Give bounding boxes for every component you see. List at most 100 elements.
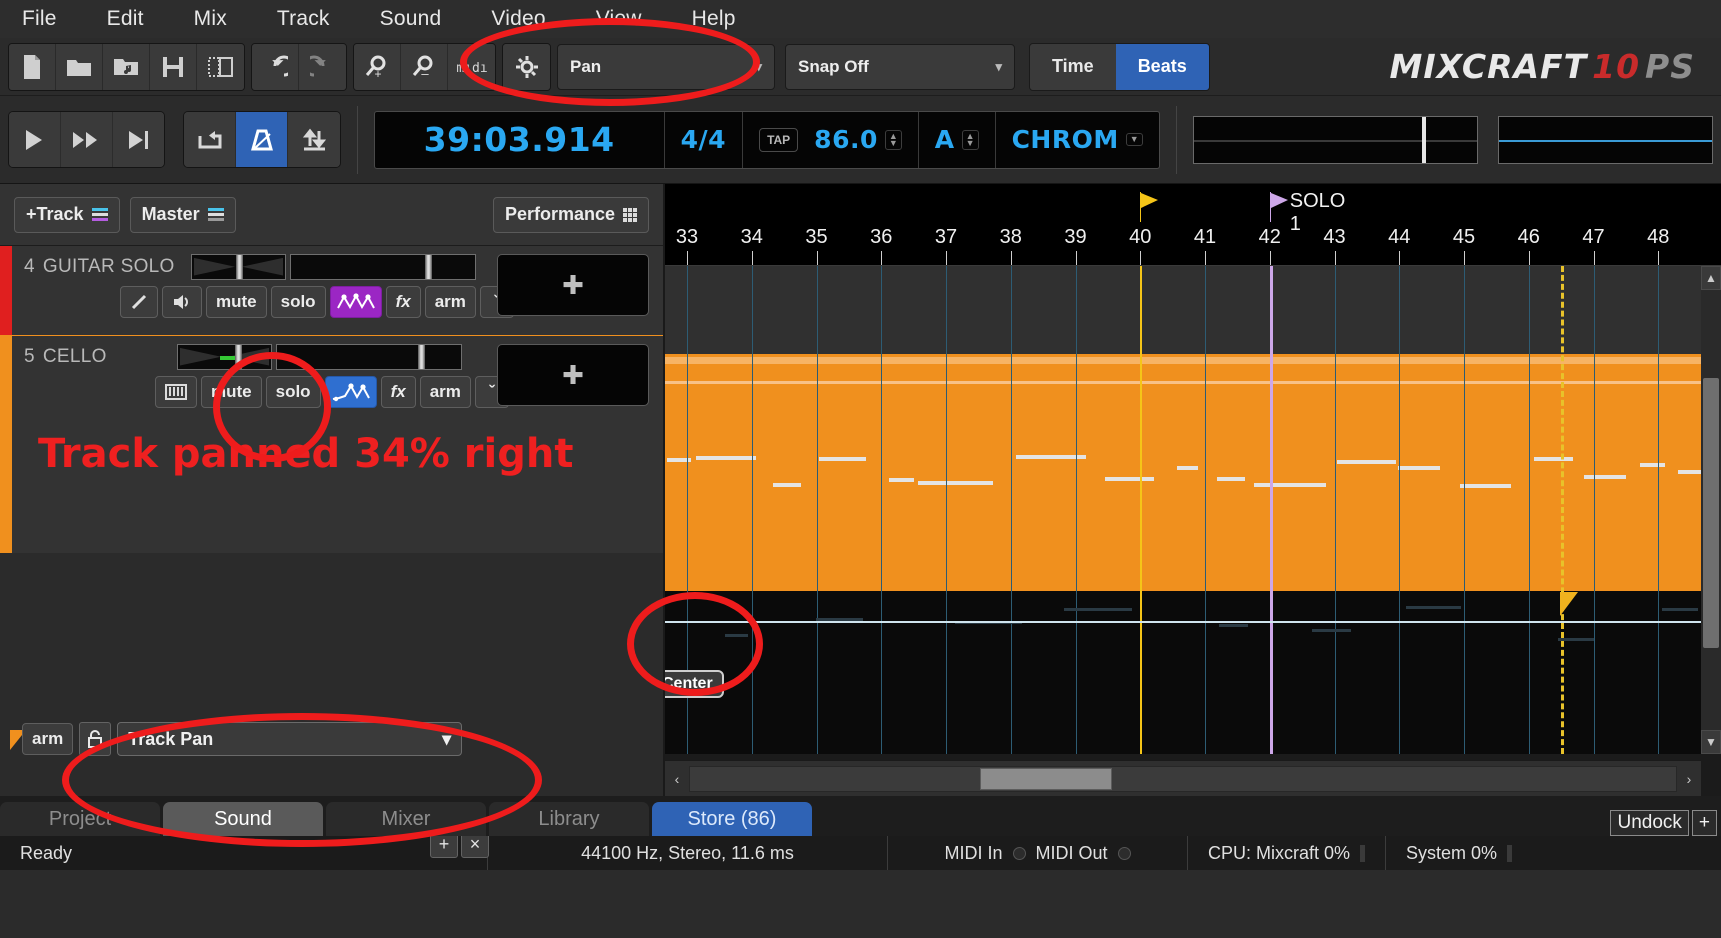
- beats-button[interactable]: Beats: [1115, 43, 1209, 90]
- scroll-down-arrow[interactable]: ▼: [1701, 730, 1721, 754]
- fx-button[interactable]: fx: [385, 286, 421, 318]
- menu-item-file[interactable]: File: [22, 7, 57, 31]
- tab-sound[interactable]: Sound: [163, 802, 323, 836]
- tap-button[interactable]: TAP: [759, 127, 799, 152]
- timeline-ruler[interactable]: 33 34 35 36 37 38 39 40 41 42 43 44 45 46 47 48 SOLO 1: [665, 184, 1721, 266]
- mute-button[interactable]: mute: [201, 376, 262, 408]
- midi-note: [1584, 475, 1626, 479]
- snap-dropdown[interactable]: Snap Off ▾: [785, 43, 1015, 90]
- save-icon[interactable]: [150, 43, 197, 90]
- volume-slider[interactable]: [275, 344, 462, 370]
- undo-icon[interactable]: [252, 43, 299, 90]
- tab-library[interactable]: Library: [489, 802, 649, 836]
- track-row[interactable]: 4 GUITAR SOLO mute solo fx arm ✚: [0, 246, 663, 336]
- master-button[interactable]: Master: [129, 196, 236, 233]
- zoom-in-icon[interactable]: +: [354, 43, 401, 90]
- solo-button[interactable]: solo: [265, 376, 321, 408]
- undock-plus-button[interactable]: +: [1691, 810, 1717, 836]
- volume-thumb[interactable]: [417, 345, 425, 369]
- horizontal-scrollbar[interactable]: ‹ ›: [665, 760, 1701, 796]
- scale-dropdown[interactable]: ▼: [1125, 133, 1143, 146]
- fx-button[interactable]: fx: [380, 376, 416, 408]
- track-clip-slot[interactable]: ✚: [497, 254, 649, 316]
- open-folder-icon[interactable]: [56, 43, 103, 90]
- zoom-out-icon[interactable]: –: [401, 43, 448, 90]
- time-button[interactable]: Time: [1030, 43, 1116, 90]
- updown-button[interactable]: [288, 112, 340, 167]
- tab-project[interactable]: Project: [0, 802, 160, 836]
- track-speaker-icon[interactable]: [162, 286, 202, 318]
- play-button[interactable]: [9, 112, 61, 167]
- automation-arm-button[interactable]: arm: [22, 723, 74, 755]
- clip-end-handle[interactable]: [1560, 592, 1579, 616]
- solo-button[interactable]: solo: [270, 286, 326, 318]
- time-signature-display[interactable]: 4/4: [665, 111, 744, 168]
- tempo-display[interactable]: TAP 86.0 ▲ ▼: [743, 111, 919, 168]
- midi-icon[interactable]: mıdı: [448, 43, 495, 90]
- crop-icon[interactable]: [197, 43, 244, 90]
- scroll-right-arrow[interactable]: ›: [1677, 771, 1701, 787]
- solo-1-marker[interactable]: SOLO 1: [1268, 190, 1360, 235]
- menu-item-video[interactable]: Video: [491, 7, 545, 31]
- metronome-button[interactable]: [236, 112, 289, 167]
- horizontal-scroll-thumb[interactable]: [980, 767, 1112, 790]
- plus-icon: ✚: [562, 270, 584, 300]
- menu-item-view[interactable]: View: [596, 7, 642, 31]
- pan-value-indicator: [219, 356, 236, 360]
- pan-slider[interactable]: [190, 254, 286, 280]
- key-display[interactable]: A ▲ ▼: [919, 111, 996, 168]
- arm-button[interactable]: arm: [424, 286, 476, 318]
- track-edit-icon[interactable]: [120, 286, 158, 318]
- automation-waveform-button[interactable]: [324, 376, 377, 408]
- menu-item-help[interactable]: Help: [692, 7, 736, 31]
- add-track-button[interactable]: +Track: [14, 196, 120, 233]
- midi-note: [918, 481, 993, 485]
- redo-icon[interactable]: [299, 43, 346, 90]
- automation-waveform-button[interactable]: [329, 286, 382, 318]
- tab-store[interactable]: Store (86): [652, 802, 812, 836]
- scroll-up-arrow[interactable]: ▲: [1701, 266, 1721, 290]
- volume-thumb[interactable]: [424, 255, 432, 279]
- timecode-display[interactable]: 39:03.914: [375, 111, 665, 168]
- track-row[interactable]: 5 CELLO mute solo fx arm ˇ ✚ Track panne…: [0, 336, 663, 553]
- key-stepper[interactable]: ▲ ▼: [961, 129, 979, 150]
- pan-thumb[interactable]: [235, 255, 243, 279]
- horizontal-scroll-track[interactable]: [689, 765, 1677, 792]
- tempo-stepper[interactable]: ▲ ▼: [884, 129, 902, 150]
- pan-slider[interactable]: [176, 344, 272, 370]
- undock-button[interactable]: Undock: [1610, 810, 1689, 836]
- track-instrument-icon[interactable]: [155, 376, 197, 408]
- cello-clip[interactable]: [665, 357, 1701, 591]
- arm-button[interactable]: arm: [419, 376, 471, 408]
- playhead-marker[interactable]: [1139, 192, 1230, 227]
- pan-thumb[interactable]: [234, 345, 242, 369]
- menu-item-sound[interactable]: Sound: [380, 7, 442, 31]
- midi-note: [1534, 457, 1573, 461]
- new-file-icon[interactable]: [9, 43, 56, 90]
- menu-item-edit[interactable]: Edit: [107, 7, 144, 31]
- performance-button[interactable]: Performance: [492, 196, 649, 233]
- midi-note: [1337, 460, 1396, 464]
- track-clip-slot[interactable]: ✚: [497, 344, 649, 406]
- vertical-scroll-thumb[interactable]: [1703, 378, 1719, 648]
- ruler-bar-number: 38: [999, 226, 1022, 248]
- scale-display[interactable]: CHROM ▼: [996, 112, 1159, 168]
- automation-mode-dropdown[interactable]: Pan ▾: [557, 43, 775, 90]
- menu-item-mix[interactable]: Mix: [194, 7, 227, 31]
- scroll-left-arrow[interactable]: ‹: [665, 771, 689, 787]
- fast-forward-button[interactable]: [60, 112, 113, 167]
- go-to-end-button[interactable]: [112, 112, 165, 167]
- automation-parameter-dropdown[interactable]: Track Pan ▾: [117, 722, 463, 756]
- import-audio-icon[interactable]: [103, 43, 150, 90]
- track-lanes[interactable]: Center: [665, 266, 1701, 754]
- automation-note: [1662, 608, 1698, 611]
- tab-mixer[interactable]: Mixer: [326, 802, 486, 836]
- vertical-scrollbar[interactable]: ▲ ▼: [1701, 266, 1721, 754]
- menu-item-track[interactable]: Track: [277, 7, 330, 31]
- mute-button[interactable]: mute: [206, 286, 267, 318]
- ruler-tick: [881, 251, 883, 265]
- gear-icon[interactable]: [503, 43, 550, 90]
- loop-button[interactable]: [184, 112, 237, 167]
- lock-icon[interactable]: [79, 722, 112, 756]
- volume-slider[interactable]: [289, 254, 476, 280]
